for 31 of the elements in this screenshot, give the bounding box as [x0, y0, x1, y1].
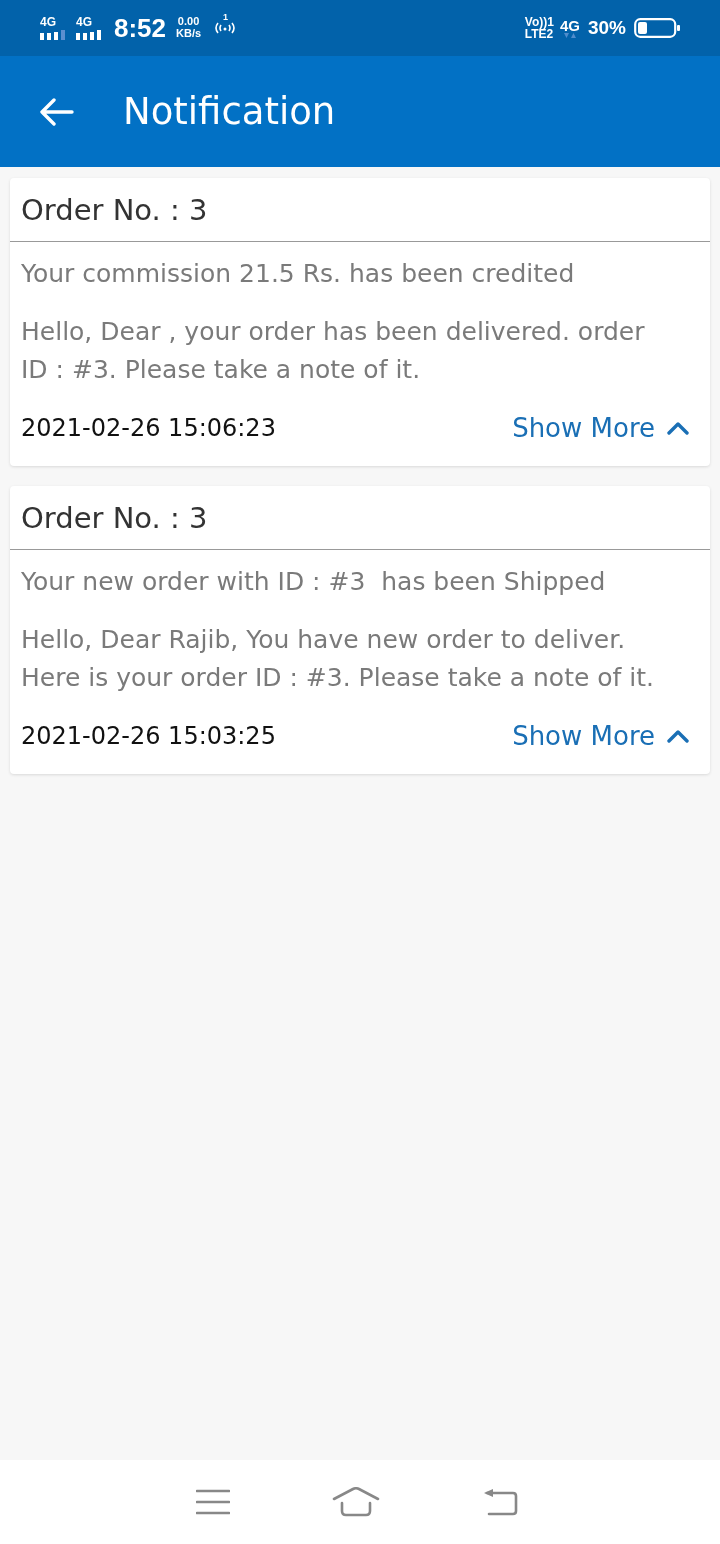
- order-title: Order No. : 3: [21, 500, 208, 535]
- network-label: 4G: [40, 16, 56, 28]
- network-label: 4G: [76, 16, 92, 28]
- battery-icon: [634, 18, 680, 38]
- show-more-link[interactable]: Show More: [512, 413, 699, 443]
- back-icon[interactable]: [482, 1488, 519, 1516]
- signal-icon: [76, 30, 104, 40]
- notification-message: Hello, Dear , your order has been delivered. order ID : #3. Please take a note of it.: [21, 316, 646, 386]
- notification-subtitle: Your new order with ID : #3 has been Shipped: [21, 566, 606, 598]
- speed-unit: KB/s: [176, 28, 202, 40]
- lte-label: LTE2: [524, 28, 554, 40]
- back-button[interactable]: [38, 95, 76, 128]
- notification-time: 2021-02-26 15:06:23: [21, 414, 276, 442]
- notification-subtitle: Your commission 21.5 Rs. has been credited: [21, 258, 575, 290]
- notification-time: 2021-02-26 15:03:25: [21, 722, 276, 750]
- signal-icon: [40, 30, 68, 40]
- back-arrow-icon: [40, 97, 74, 126]
- menu-icon[interactable]: [196, 1489, 231, 1515]
- battery-percent: 30%: [587, 17, 626, 39]
- notification-message: Hello, Dear Rajib, You have new order to deliver. Here is your order ID : #3. Please take a note of it.: [21, 624, 655, 694]
- speed-value: 0.00: [177, 16, 200, 28]
- hotspot-count: 1: [223, 12, 229, 22]
- order-title: Order No. : 3: [21, 192, 208, 227]
- show-more-link[interactable]: Show More: [512, 721, 699, 751]
- home-icon[interactable]: [332, 1487, 381, 1517]
- data-arrows-icon: [563, 33, 576, 38]
- clock-time: 8:52: [114, 12, 167, 44]
- volte-label: Vo))1: [524, 16, 554, 28]
- data-network-label: 4G: [559, 18, 580, 33]
- hotspot-icon: [213, 21, 238, 35]
- screen-title: Notification: [123, 90, 336, 133]
